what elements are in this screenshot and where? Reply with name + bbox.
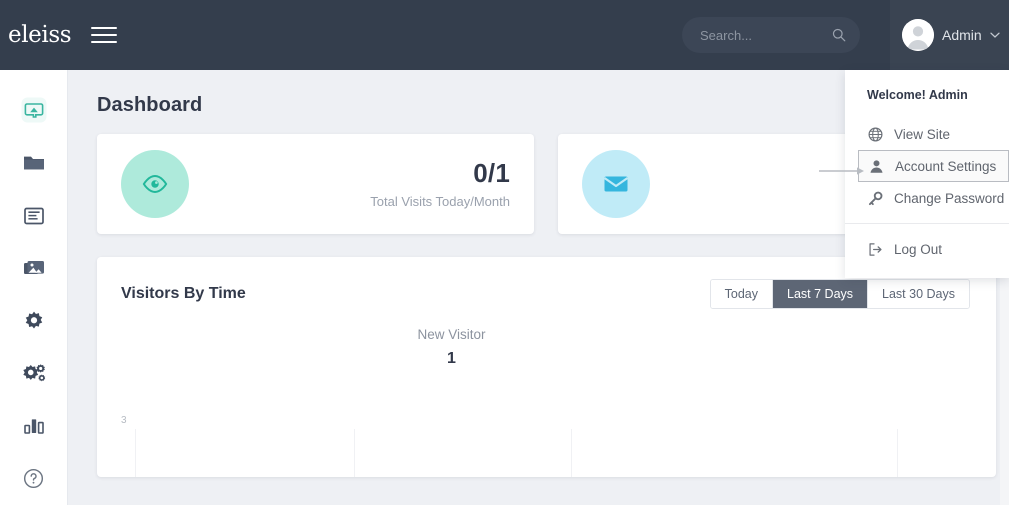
chart-plot-area: 3	[97, 415, 996, 477]
avatar	[902, 19, 934, 51]
left-sidebar	[0, 70, 68, 505]
dropdown-item-label: View Site	[894, 126, 951, 142]
dropdown-item-log-out[interactable]: Log Out	[845, 233, 1009, 265]
dropdown-item-label: Change Password	[894, 190, 1005, 206]
bar-chart-icon	[23, 419, 44, 434]
chart-gridline	[354, 429, 355, 477]
sidebar-item-configuration[interactable]	[0, 347, 68, 400]
dropdown-item-label: Account Settings	[895, 158, 997, 174]
eye-icon	[142, 175, 168, 193]
range-button-last-7-days[interactable]: Last 7 Days	[773, 280, 869, 308]
hamburger-icon[interactable]	[91, 22, 117, 48]
chart-gridline	[135, 429, 136, 477]
stat-icon-circle	[582, 150, 650, 218]
dropdown-item-change-password[interactable]: Change Password	[845, 182, 1009, 214]
stat-icon-circle	[121, 150, 189, 218]
logout-icon	[867, 241, 883, 257]
chevron-down-icon[interactable]	[990, 32, 1000, 39]
gear-icon	[25, 311, 42, 329]
avatar-person-icon	[902, 19, 934, 51]
sidebar-item-dashboard[interactable]	[0, 84, 68, 137]
sidebar-item-analytics[interactable]	[0, 400, 68, 453]
stat-card-visits[interactable]: 0/1 Total Visits Today/Month	[97, 134, 534, 234]
stat-value: 0/1	[473, 157, 510, 188]
chart-legend: New Visitor 1	[97, 327, 996, 368]
dropdown-item-view-site[interactable]: View Site	[845, 118, 1009, 150]
hamburger-bar	[91, 41, 117, 43]
search-input[interactable]	[682, 17, 860, 53]
search-container	[682, 17, 860, 53]
envelope-icon	[603, 176, 629, 192]
dropdown-welcome-label: Welcome! Admin	[867, 88, 968, 102]
hamburger-bar	[91, 34, 117, 36]
display-image-icon	[21, 97, 46, 123]
person-icon	[868, 158, 884, 174]
images-icon	[23, 261, 44, 275]
sidebar-item-files[interactable]	[0, 137, 68, 190]
globe-icon	[867, 126, 883, 142]
multi-gear-icon	[22, 364, 45, 382]
panel-title: Visitors By Time	[121, 285, 246, 302]
visitors-panel: Visitors By Time Today Last 7 Days Last …	[97, 257, 996, 477]
sidebar-item-media[interactable]	[0, 242, 68, 295]
user-dropdown-menu: Welcome! Admin View Site Account Setting…	[845, 70, 1009, 278]
chart-series-value: 1	[447, 350, 456, 367]
range-button-today[interactable]: Today	[710, 280, 774, 308]
sidebar-item-pages[interactable]	[0, 189, 68, 242]
sidebar-item-settings[interactable]	[0, 295, 68, 348]
date-range-button-group: Today Last 7 Days Last 30 Days	[709, 279, 970, 309]
chart-series-name: New Visitor	[417, 327, 486, 342]
user-name-label: Admin	[942, 27, 982, 43]
sidebar-item-help[interactable]	[0, 452, 68, 505]
dropdown-item-label: Log Out	[894, 241, 943, 257]
top-header: eleiss Admin	[0, 0, 1009, 70]
chart-gridline	[897, 429, 898, 477]
range-button-last-30-days[interactable]: Last 30 Days	[868, 280, 969, 308]
notes-icon	[23, 207, 44, 224]
dropdown-item-account-settings[interactable]: Account Settings	[858, 150, 1009, 182]
user-menu-button[interactable]: Admin	[890, 0, 1009, 70]
app-logo[interactable]: eleiss	[0, 22, 72, 48]
hamburger-bar	[91, 27, 117, 29]
key-icon	[867, 190, 883, 206]
y-axis-tick: 3	[121, 415, 127, 426]
dropdown-divider	[845, 223, 1009, 224]
chart-gridline	[571, 429, 572, 477]
stat-text-block: 0/1 Total Visits Today/Month	[189, 157, 510, 210]
stat-label: Total Visits Today/Month	[370, 194, 510, 210]
question-circle-icon	[23, 469, 44, 489]
folder-icon	[23, 156, 44, 170]
